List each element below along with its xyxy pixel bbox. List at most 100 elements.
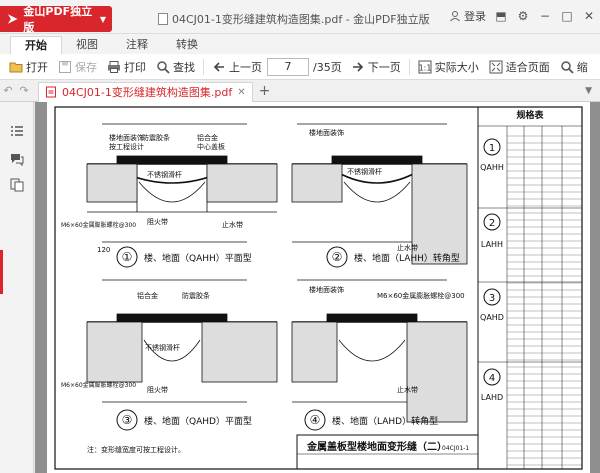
detail-lahd xyxy=(291,279,468,423)
title-bar: 金山PDF独立版 ▼ 04CJ01-1变形缝建筑构造图集.pdf - 金山PDF… xyxy=(0,0,600,34)
zoom-label: 缩 xyxy=(576,60,588,74)
document-icon xyxy=(158,13,168,25)
svg-text:1: 1 xyxy=(489,143,495,154)
label-steel-slider-3: 不锈钢滑杆 xyxy=(145,343,180,352)
svg-text:楼、地面（QAHD）平面型: 楼、地面（QAHD）平面型 xyxy=(144,415,252,427)
spec-table-rows xyxy=(507,135,582,466)
svg-text:④: ④ xyxy=(310,413,321,427)
document-tab-label: 04CJ01-1变形缝建筑构造图集.pdf xyxy=(62,86,233,99)
zoom-icon xyxy=(560,60,574,74)
page-total: /35页 xyxy=(313,60,342,74)
next-page-label: 下一页 xyxy=(367,60,401,74)
prev-page-button[interactable]: 上一页 xyxy=(207,59,267,75)
svg-text:QAHH: QAHH xyxy=(480,163,504,172)
fit-page-button[interactable]: 适合页面 xyxy=(484,59,555,75)
print-label: 打印 xyxy=(124,60,146,74)
login-label: 登录 xyxy=(464,10,486,23)
app-menu-button[interactable]: 金山PDF独立版 ▼ xyxy=(0,5,112,34)
drawing-note: 注：变形缝宽度可按工程设计。 xyxy=(87,445,185,454)
series-lahd: 4 LAHD xyxy=(481,368,503,402)
document-tab[interactable]: 04CJ01-1变形缝建筑构造图集.pdf ✕ xyxy=(38,81,253,102)
add-tab-icon[interactable]: + xyxy=(259,83,271,99)
search-icon xyxy=(157,60,170,74)
minimize-icon[interactable]: − xyxy=(538,9,552,23)
sidebar-collapse-handle[interactable] xyxy=(0,250,3,294)
tab-annotate[interactable]: 注释 xyxy=(112,36,162,54)
svg-text:1:1: 1:1 xyxy=(418,63,431,72)
close-tab-icon[interactable]: ✕ xyxy=(237,87,245,98)
caption-detail-3: ③ 楼、地面（QAHD）平面型 xyxy=(116,409,252,431)
label-fire-barrier-3: 阻火带 xyxy=(147,385,168,394)
fit-page-label: 适合页面 xyxy=(505,60,550,74)
redo-icon[interactable]: ↷ xyxy=(16,84,32,97)
label-seismic-strip-3: 防震胶条 xyxy=(182,291,210,300)
svg-text:楼、地面（QAHH）平面型: 楼、地面（QAHH）平面型 xyxy=(144,252,252,264)
find-button[interactable]: 查找 xyxy=(151,59,200,75)
tab-view[interactable]: 视图 xyxy=(62,36,112,54)
toolbar-divider xyxy=(408,58,410,75)
svg-text:楼、地面（LAHD）转角型: 楼、地面（LAHD）转角型 xyxy=(332,415,438,427)
app-name: 金山PDF独立版 xyxy=(23,5,93,34)
page-number-input[interactable]: 7 xyxy=(267,57,309,76)
caption-detail-1: ① 楼、地面（QAHH）平面型 xyxy=(116,246,252,268)
label-anchor-bolt-3: M6×60金属膨胀螺栓@300 xyxy=(61,381,136,389)
series-qahd: 3 QAHD xyxy=(480,288,504,322)
series-lahh: 2 LAHH xyxy=(481,213,503,249)
label-floor-finish-2: 楼地面装饰 xyxy=(309,128,344,137)
close-icon[interactable]: ✕ xyxy=(582,9,596,23)
comments-icon[interactable] xyxy=(10,152,24,166)
svg-text:楼、地面（LAHH）转角型: 楼、地面（LAHH）转角型 xyxy=(354,252,460,264)
undo-icon[interactable]: ↶ xyxy=(0,84,16,97)
save-icon xyxy=(59,60,71,73)
open-label: 打开 xyxy=(26,60,48,74)
printer-icon xyxy=(108,60,120,73)
pdf-file-icon xyxy=(46,86,56,98)
label-steel-slider: 不锈钢滑杆 xyxy=(147,170,182,179)
zoom-button[interactable]: 缩 xyxy=(555,59,593,75)
settings-icon[interactable]: ⚙ xyxy=(516,9,530,23)
window-title-text: 04CJ01-1变形缝建筑构造图集.pdf - 金山PDF独立版 xyxy=(172,13,430,26)
series-qahh: 1 QAHH xyxy=(480,138,504,172)
prev-page-label: 上一页 xyxy=(229,60,262,74)
construction-drawing: 楼地面装饰 按工程设计 防震胶条 铝合金 中心盖板 不锈钢滑杆 阻火带 止水带 … xyxy=(54,106,583,470)
print-button[interactable]: 打印 xyxy=(102,59,151,75)
dim-120: 120 xyxy=(97,246,110,254)
fit-page-icon xyxy=(489,60,503,73)
label-fire-barrier: 阻火带 xyxy=(147,217,168,226)
tab-list-chevron-icon[interactable]: ▼ xyxy=(585,86,592,96)
login-button[interactable]: 登录 xyxy=(449,8,486,24)
label-center-cover: 中心盖板 xyxy=(197,142,225,151)
svg-text:①: ① xyxy=(122,250,133,264)
find-label: 查找 xyxy=(173,60,195,74)
arrow-right-icon xyxy=(352,61,363,72)
window-title: 04CJ01-1变形缝建筑构造图集.pdf - 金山PDF独立版 xyxy=(158,11,430,27)
thumbnails-icon[interactable] xyxy=(10,178,24,192)
svg-text:3: 3 xyxy=(489,293,495,304)
actual-size-button[interactable]: 1:1 实际大小 xyxy=(413,59,484,75)
arrow-left-icon xyxy=(213,61,224,72)
save-button[interactable]: 保存 xyxy=(53,59,102,75)
next-page-button[interactable]: 下一页 xyxy=(346,59,406,75)
svg-text:③: ③ xyxy=(122,413,133,427)
svg-text:②: ② xyxy=(332,250,343,264)
left-sidebar xyxy=(0,102,34,473)
tab-convert[interactable]: 转换 xyxy=(162,36,212,54)
label-aluminium: 铝合金 xyxy=(197,133,218,142)
tab-start[interactable]: 开始 xyxy=(10,36,62,54)
open-button[interactable]: 打开 xyxy=(4,59,53,75)
actual-size-label: 实际大小 xyxy=(434,60,479,74)
actual-size-icon: 1:1 xyxy=(418,60,432,73)
label-waterstop-4: 止水带 xyxy=(397,385,418,394)
label-floor-finish-4: 楼地面装饰 xyxy=(309,285,344,294)
chevron-down-icon: ▼ xyxy=(99,14,106,24)
app-logo-icon xyxy=(7,14,18,24)
maximize-icon[interactable]: □ xyxy=(560,9,574,23)
document-canvas[interactable]: 楼地面装饰 按工程设计 防震胶条 铝合金 中心盖板 不锈钢滑杆 阻火带 止水带 … xyxy=(35,102,600,473)
title-block-text: 金属盖板型楼地面变形缝（二） xyxy=(306,440,447,453)
svg-text:4: 4 xyxy=(489,373,495,384)
window-controls: 登录 ⬒ ⚙ − □ ✕ xyxy=(449,8,596,24)
skin-icon[interactable]: ⬒ xyxy=(494,9,508,23)
user-icon xyxy=(450,11,460,22)
outline-list-icon[interactable] xyxy=(10,124,24,138)
detail-lahh xyxy=(291,123,468,265)
